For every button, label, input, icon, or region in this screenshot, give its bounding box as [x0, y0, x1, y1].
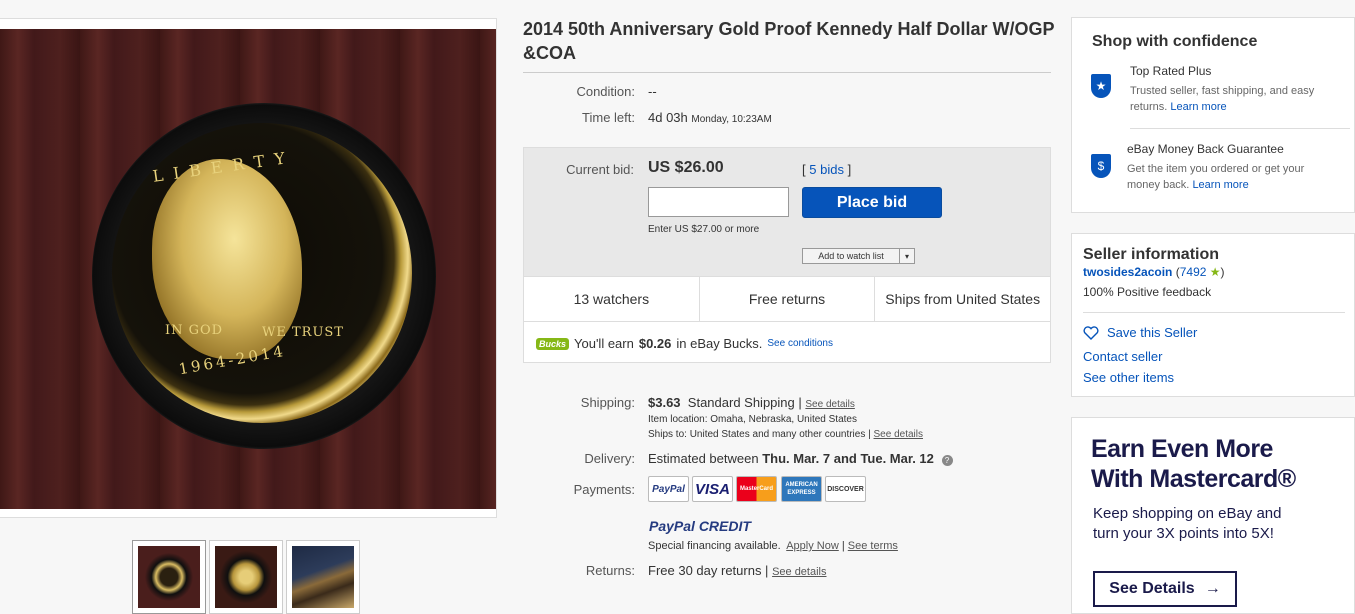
current-bid-value: US $26.00: [648, 159, 724, 176]
time-left-label: Time left:: [582, 110, 635, 125]
discover-logo: DISCOVER: [825, 476, 866, 502]
seller-info-card: Seller information twosides2acoin (7492 …: [1071, 233, 1355, 397]
paypal-logo: PayPal: [648, 476, 689, 502]
top-rated-shield-icon: ★: [1091, 74, 1111, 98]
feedback-star-icon: ★: [1209, 265, 1221, 279]
money-back-learn-more-link[interactable]: Learn more: [1192, 179, 1248, 191]
time-left-remaining: 4d 03h: [648, 110, 688, 125]
bucks-amount: $0.26: [638, 336, 672, 351]
bids-link[interactable]: 5 bids: [809, 162, 844, 177]
returns-label: Returns:: [585, 563, 635, 578]
time-left-value: 4d 03h Monday, 10:23AM: [648, 110, 772, 125]
top-rated-title: Top Rated Plus: [1130, 64, 1212, 78]
ships-to: Ships to: United States and many other c…: [648, 429, 923, 440]
payments-label: Payments:: [573, 482, 635, 497]
returns-details-link[interactable]: See details: [772, 566, 826, 578]
top-rated-desc: Trusted seller, fast shipping, and easy …: [1130, 85, 1315, 113]
delivery-estimate: Estimated between Thu. Mar. 7 and Tue. M…: [648, 451, 953, 466]
seller-name-line: twosides2acoin (7492 ★): [1083, 265, 1225, 279]
coin-we-trust-text: WE TRUST: [262, 325, 344, 340]
see-other-items-link[interactable]: See other items: [1083, 370, 1174, 385]
shipping-method: Standard Shipping |: [687, 395, 802, 410]
watchlist-label[interactable]: Add to watch list: [803, 249, 899, 263]
condition-value: --: [648, 84, 657, 99]
mastercard-ad[interactable]: Earn Even More With Mastercard® Keep sho…: [1071, 417, 1355, 614]
mastercard-logo: MasterCard: [736, 476, 777, 502]
coin-photo: LIBERTY IN GOD WE TRUST 1964-2014: [0, 29, 496, 509]
arrow-right-icon: →: [1204, 580, 1221, 597]
confidence-title: Shop with confidence: [1092, 33, 1258, 50]
visa-logo: VISA: [692, 476, 733, 502]
ships-from-stat: Ships from United States: [885, 291, 1041, 307]
shipping-line: $3.63 Standard Shipping | See details: [648, 395, 855, 410]
paypal-credit-logo: PayPal CREDIT: [649, 518, 751, 534]
title-divider: [523, 72, 1051, 73]
heart-icon: [1083, 325, 1099, 340]
watchers-count: 13 watchers: [524, 277, 700, 321]
seller-score-link[interactable]: 7492: [1180, 265, 1207, 279]
positive-feedback: 100% Positive feedback: [1083, 285, 1212, 299]
seller-info-title: Seller information: [1083, 246, 1220, 263]
amex-logo: AMERICAN EXPRESS: [781, 476, 822, 502]
save-seller[interactable]: Save this Seller: [1083, 325, 1197, 340]
money-back-desc: Get the item you ordered or get your mon…: [1127, 163, 1305, 191]
bid-hint: Enter US $27.00 or more: [648, 224, 760, 235]
ad-body: Keep shopping on eBay and turn your 3X p…: [1093, 505, 1282, 542]
watchlist-dropdown-icon[interactable]: ▾: [899, 249, 914, 263]
thumbnail-1[interactable]: [132, 540, 206, 614]
seller-name-link[interactable]: twosides2acoin: [1083, 265, 1172, 279]
listing-title: 2014 50th Anniversary Gold Proof Kennedy…: [523, 19, 1055, 63]
listing-stats: 13 watchers Free returns Ships from Unit…: [524, 276, 1050, 322]
money-back-title: eBay Money Back Guarantee: [1127, 142, 1284, 156]
thumbnail-3[interactable]: [286, 540, 360, 614]
shipping-price: $3.63: [648, 395, 681, 410]
ebay-bucks-line: Bucks You'll earn $0.26 in eBay Bucks. S…: [536, 336, 833, 351]
ad-headline: Earn Even More With Mastercard®: [1091, 435, 1296, 493]
help-icon[interactable]: ?: [941, 455, 953, 466]
apply-now-link[interactable]: Apply Now: [786, 540, 839, 552]
free-returns-stat: Free returns: [700, 277, 876, 321]
add-to-watchlist-button[interactable]: Add to watch list ▾: [802, 248, 915, 264]
bid-panel: Current bid: US $26.00 [ 5 bids ] Place …: [523, 147, 1051, 363]
coin-in-god-text: IN GOD: [165, 323, 224, 338]
save-seller-link[interactable]: Save this Seller: [1107, 325, 1197, 340]
main-product-image[interactable]: LIBERTY IN GOD WE TRUST 1964-2014: [0, 18, 497, 518]
returns-value: Free 30 day returns | See details: [648, 563, 827, 578]
ebay-bucks-icon: Bucks: [536, 337, 570, 350]
contact-seller-link[interactable]: Contact seller: [1083, 349, 1162, 364]
shop-with-confidence-card: Shop with confidence ★ Top Rated Plus Tr…: [1071, 17, 1355, 213]
see-details-button[interactable]: See Details →: [1093, 571, 1237, 607]
see-terms-link[interactable]: See terms: [848, 540, 898, 552]
bucks-conditions-link[interactable]: See conditions: [767, 338, 833, 349]
current-bid-label: Current bid:: [566, 162, 634, 177]
shipping-label: Shipping:: [580, 395, 635, 410]
bids-count: [ 5 bids ]: [802, 162, 852, 177]
delivery-dates: Thu. Mar. 7 and Tue. Mar. 12: [762, 451, 934, 466]
shipping-details-link[interactable]: See details: [805, 399, 854, 410]
ships-to-details-link[interactable]: See details: [874, 429, 923, 440]
money-back-shield-icon: $: [1091, 154, 1111, 178]
place-bid-button[interactable]: Place bid: [802, 187, 942, 218]
thumbnail-strip: [132, 540, 360, 614]
delivery-label: Delivery:: [584, 451, 635, 466]
thumbnail-2[interactable]: [209, 540, 283, 614]
item-location: Item location: Omaha, Nebraska, United S…: [648, 414, 857, 425]
bid-amount-input[interactable]: [648, 187, 789, 217]
condition-label: Condition:: [576, 84, 635, 99]
paypal-financing: Special financing available. Apply Now |…: [648, 540, 898, 552]
top-rated-learn-more-link[interactable]: Learn more: [1170, 101, 1226, 113]
time-left-end: Monday, 10:23AM: [691, 114, 772, 125]
